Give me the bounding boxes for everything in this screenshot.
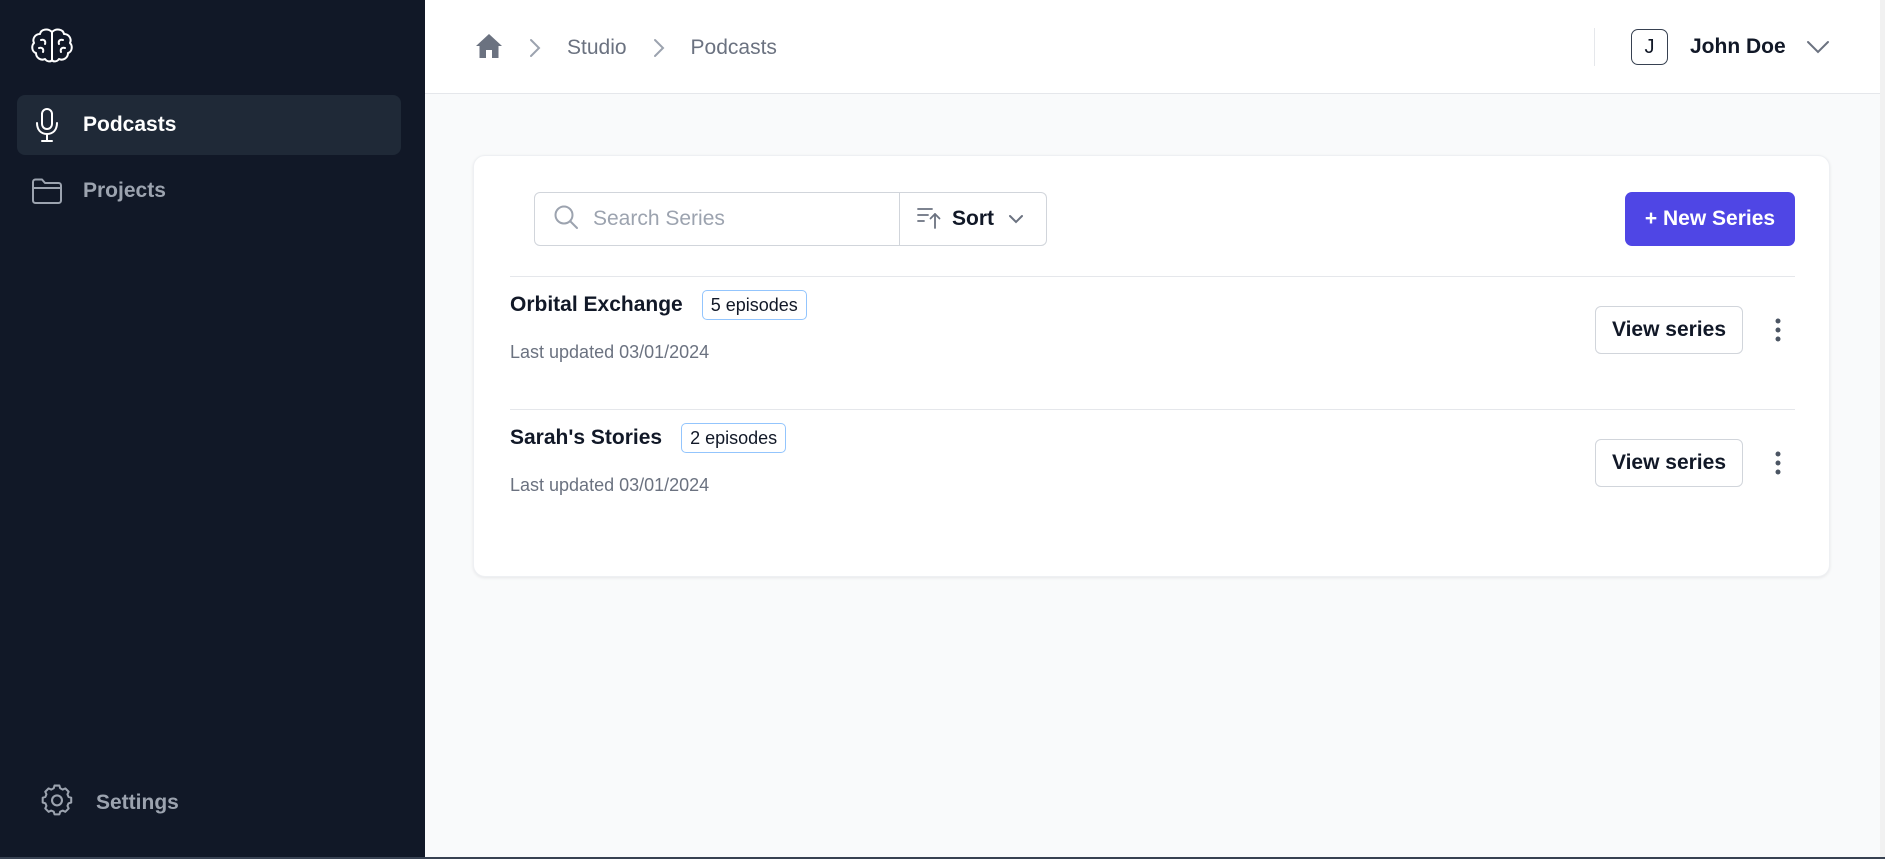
user-menu[interactable]: J John Doe [1631,29,1830,65]
sort-label: Sort [952,207,994,230]
series-title-row: Sarah's Stories 2 episodes [510,423,787,453]
folder-icon [31,175,63,207]
sidebar-item-label: Projects [83,179,166,202]
sidebar-item-settings[interactable]: Settings [40,783,179,822]
avatar: J [1631,29,1668,65]
sidebar: Podcasts Projects Settings [0,0,425,859]
series-name[interactable]: Sarah's Stories [510,426,662,450]
search-box [534,192,900,246]
more-options-icon[interactable] [1763,313,1793,347]
chevron-right-icon [653,38,665,58]
series-toolbar: Sort [534,192,1047,246]
search-input[interactable] [593,207,873,231]
view-series-button[interactable]: View series [1595,306,1743,354]
last-updated-text: Last updated 03/01/2024 [510,342,710,362]
user-name: John Doe [1690,35,1786,58]
breadcrumb: Studio Podcasts [475,30,777,66]
sort-button[interactable]: Sort [900,192,1047,246]
chevron-down-icon [1008,214,1024,224]
sort-ascending-icon [916,204,942,235]
page-scrollbar[interactable] [1880,0,1885,859]
more-options-icon[interactable] [1763,446,1793,480]
episode-count-badge: 2 episodes [681,423,787,453]
settings-label: Settings [96,790,179,814]
sidebar-item-podcasts[interactable]: Podcasts [17,95,401,155]
series-title-row: Orbital Exchange 5 episodes [510,290,807,320]
breadcrumb-studio[interactable]: Studio [567,36,627,60]
chevron-right-icon [529,38,541,58]
sidebar-item-label: Podcasts [83,113,177,136]
header-divider [1594,28,1595,66]
series-card: Sort + New Series Orbital Exchange 5 epi… [473,155,1830,577]
chevron-down-icon [1806,40,1830,54]
top-bar: Studio Podcasts J John Doe [425,0,1880,94]
sidebar-item-projects[interactable]: Projects [17,161,401,221]
last-updated-text: Last updated 03/01/2024 [510,475,710,495]
brain-icon[interactable] [30,26,74,66]
new-series-button[interactable]: + New Series [1625,192,1795,246]
episode-count-badge: 5 episodes [701,290,807,320]
view-series-button[interactable]: View series [1595,439,1743,487]
list-item: Orbital Exchange 5 episodes Last updated… [510,277,1795,387]
search-icon [553,204,579,235]
breadcrumb-podcasts[interactable]: Podcasts [691,36,777,60]
gear-icon [40,783,74,822]
home-icon[interactable] [475,33,503,64]
microphone-icon [31,108,63,142]
series-name[interactable]: Orbital Exchange [510,293,683,317]
list-item: Sarah's Stories 2 episodes Last updated … [510,410,1795,520]
